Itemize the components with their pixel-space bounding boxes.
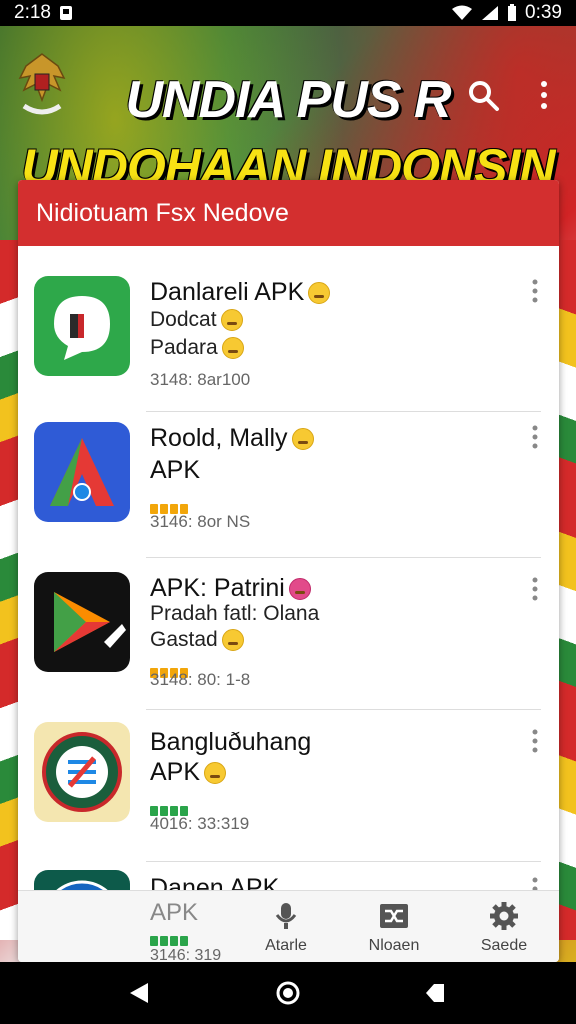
status-time-left: 2:18 [14,2,51,23]
list-item[interactable]: Danlareli APK Dodcat Padara 3148: 8ar100 [18,262,559,412]
app-list-card: Nidiotuam Fsx Nedove Danlareli APK Dodca… [18,180,559,962]
emoji-icon [291,428,314,451]
list-item[interactable]: APK: Patrini Pradah fatl: Olana Gastad 3… [18,560,559,710]
nav-item-nloaen[interactable]: Nloaen [344,901,444,955]
app-subtitle: APK [150,456,201,484]
signal-icon [482,6,499,20]
shuffle-icon [380,904,408,928]
more-vertical-icon[interactable] [532,78,556,112]
wifi-icon [452,5,473,20]
item-menu-icon[interactable] [531,576,539,602]
green-chat-app-icon [34,276,130,376]
item-menu-icon[interactable] [531,278,539,304]
search-icon[interactable] [466,78,500,112]
nav-item-label: Saede [480,937,528,954]
app-subtitle-2: Gastad [150,628,218,651]
app-name: APK: Patrini [150,574,285,602]
microphone-icon [275,903,297,929]
item-menu-icon[interactable] [531,728,539,754]
back-icon[interactable] [126,980,152,1006]
nav-item-atarle[interactable]: Atarle [236,901,336,955]
blue-a-app-icon [34,422,130,522]
status-bar: 2:18 0:39 [0,0,576,26]
emoji-icon [221,629,244,652]
divider [146,557,541,558]
emoji-icon [308,282,331,305]
battery-icon [508,4,517,21]
rating-stars [150,933,190,946]
app-meta: 4016: 33:319 [150,814,250,833]
nav-item-label: Nloaen [368,937,420,954]
emoji-icon [204,762,227,785]
nav-item-label: Atarle [265,937,307,954]
item-menu-icon[interactable] [531,424,539,450]
emoji-icon [288,578,311,601]
rating-stars [150,496,190,515]
divider [146,709,541,710]
play-triangle-app-icon [34,572,130,672]
rating-stars [150,798,190,817]
app-header: UNDIA PUS R UNDOHAAN INDONSIN [0,26,576,195]
list-item[interactable]: Bangluðuhang APK 4016: 33:319 [18,712,559,862]
app-meta: 3148: 8ar100 [150,370,251,389]
recents-icon[interactable] [422,980,448,1006]
notification-icon [59,6,72,20]
app-subtitle: APK [150,758,201,786]
app-meta: 3146: 8or NS [150,512,251,531]
emoji-icon [221,337,244,360]
app-name: Roold, Mally [150,424,288,452]
system-navigation-bar [0,962,576,1024]
app-subtitle-2: Padara [150,336,218,359]
emoji-icon [220,309,243,332]
nav-item-saede[interactable]: Saede [454,901,554,955]
settings-gear-icon [490,902,518,930]
card-title: Nidiotuam Fsx Nedove [18,180,559,246]
divider [146,861,541,862]
app-subtitle: Dodcat [150,308,217,331]
background-strip-right [556,240,576,940]
app-meta: 3148: 80: 1-8 [150,670,251,689]
home-icon[interactable] [275,980,301,1006]
badge-app-icon [34,722,130,822]
bottom-navigation: APK 3146: 319 Atarle Nloaen Saede [18,890,559,962]
status-time-right: 0:39 [525,2,562,23]
app-subtitle: Pradah fatl: Olana [150,602,320,625]
nav-apk-meta: 3146: 319 [150,947,222,962]
app-name: Danlareli APK [150,278,305,306]
app-name: Bangluðuhang [150,728,312,756]
list-item[interactable]: Roold, Mally APK 3146: 8or NS [18,408,559,558]
nav-apk-label[interactable]: APK [150,899,198,927]
